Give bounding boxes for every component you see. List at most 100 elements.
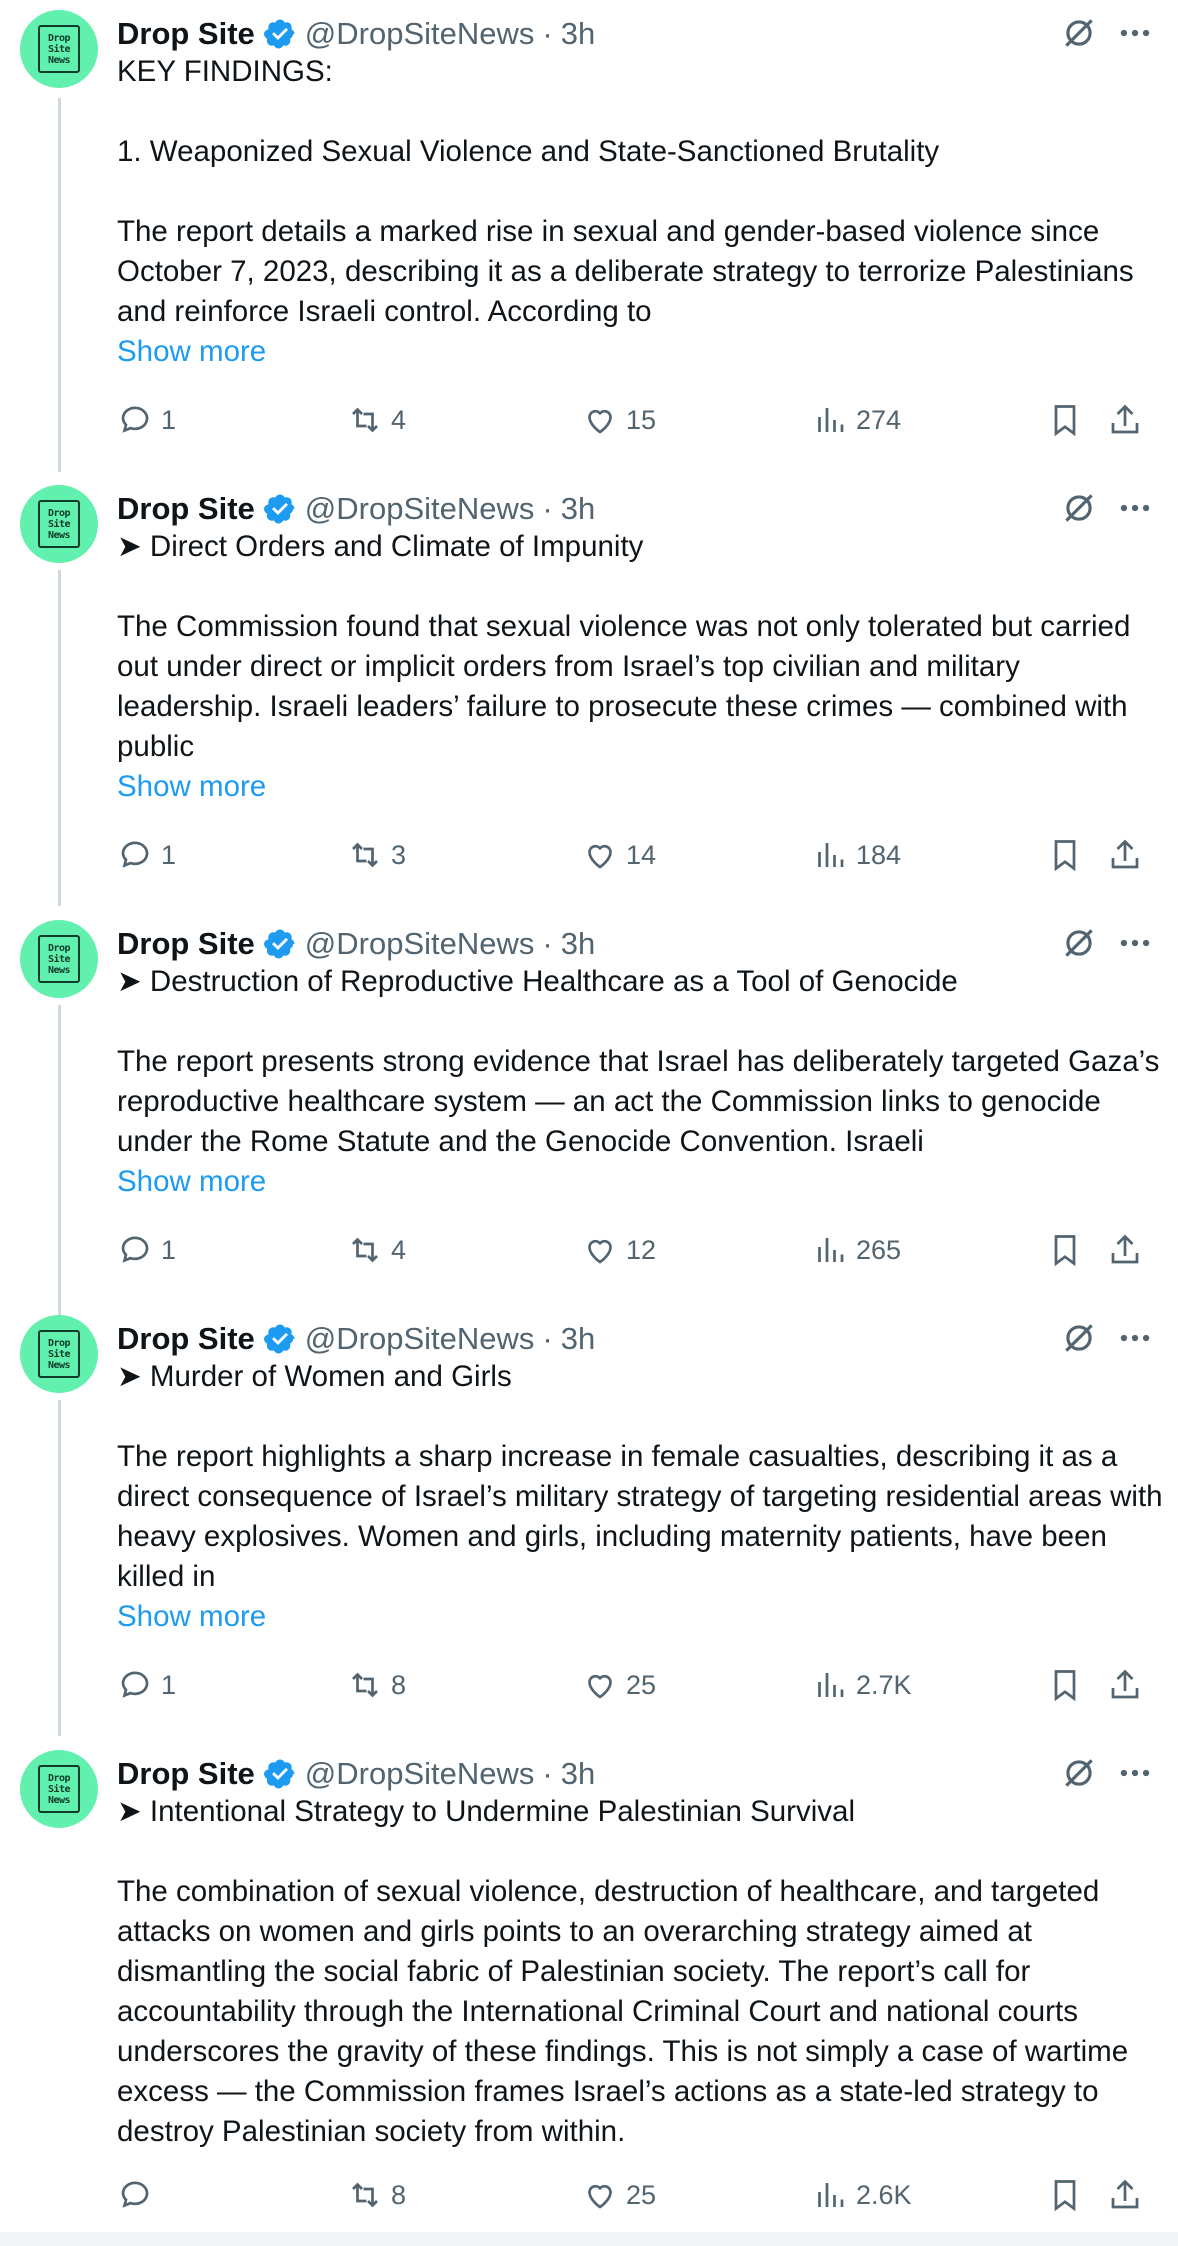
bookmark-button[interactable] [1047, 835, 1083, 875]
timestamp[interactable]: 3h [561, 491, 595, 527]
like-icon [588, 1674, 612, 1699]
drop-site-logo: Drop Site News [38, 500, 80, 548]
verified-badge-icon [263, 1759, 295, 1789]
timestamp[interactable]: 3h [561, 16, 595, 52]
more-options-icon[interactable] [1115, 14, 1155, 52]
author-name[interactable]: Drop Site [117, 1321, 255, 1357]
views-icon [818, 843, 844, 867]
views-icon [818, 1673, 844, 1697]
views-icon [818, 2183, 844, 2207]
timestamp[interactable]: 3h [561, 1321, 595, 1357]
repost-icon [352, 2182, 378, 2208]
grok-icon[interactable] [1060, 1319, 1098, 1357]
like-icon [588, 1239, 612, 1264]
thread-line [58, 1400, 61, 1736]
bookmark-button[interactable] [1047, 1230, 1083, 1270]
repost-button[interactable]: 4 [347, 400, 406, 440]
reply-button[interactable] [117, 2175, 161, 2215]
views-button[interactable]: 2.7K [812, 1665, 912, 1705]
repost-button[interactable]: 3 [347, 835, 406, 875]
author-handle[interactable]: @DropSiteNews [305, 1321, 535, 1357]
share-button[interactable] [1107, 1665, 1143, 1705]
share-icon [1111, 2179, 1139, 2209]
tweet-actions: 1 3 14 184 [117, 835, 1167, 875]
more-options-icon[interactable] [1115, 1754, 1155, 1792]
tweet-header: Drop Site @DropSiteNews · 3h [117, 491, 596, 527]
author-name[interactable]: Drop Site [117, 926, 255, 962]
tweet-text: ➤ Intentional Strategy to Undermine Pale… [117, 1795, 1129, 2148]
verified-badge-icon [263, 1324, 295, 1354]
bookmark-icon [1054, 840, 1076, 872]
grok-icon[interactable] [1060, 1754, 1098, 1792]
author-handle[interactable]: @DropSiteNews [305, 926, 535, 962]
author-handle[interactable]: @DropSiteNews [305, 1756, 535, 1792]
like-button[interactable]: 14 [582, 835, 656, 875]
reply-icon [121, 406, 149, 433]
tweet-actions: 8 25 2.6K [117, 2175, 1167, 2215]
like-button[interactable]: 25 [582, 1665, 656, 1705]
show-more-link[interactable]: Show more [117, 770, 266, 803]
tweet-text: ➤ Destruction of Reproductive Healthcare… [117, 965, 1160, 1198]
reply-button[interactable]: 1 [117, 1665, 176, 1705]
share-button[interactable] [1107, 1230, 1143, 1270]
repost-icon [352, 842, 378, 868]
show-more-link[interactable]: Show more [117, 1165, 266, 1198]
reply-button[interactable]: 1 [117, 400, 176, 440]
reply-button[interactable]: 1 [117, 835, 176, 875]
like-button[interactable]: 25 [582, 2175, 656, 2215]
bookmark-button[interactable] [1047, 2175, 1083, 2215]
grok-icon[interactable] [1060, 14, 1098, 52]
author-handle[interactable]: @DropSiteNews [305, 491, 535, 527]
timestamp[interactable]: 3h [561, 1756, 595, 1792]
repost-icon [352, 1672, 378, 1698]
author-name[interactable]: Drop Site [117, 16, 255, 52]
grok-icon[interactable] [1060, 924, 1098, 962]
drop-site-logo: Drop Site News [38, 935, 80, 983]
repost-icon [352, 1237, 378, 1263]
bookmark-button[interactable] [1047, 1665, 1083, 1705]
bookmark-button[interactable] [1047, 400, 1083, 440]
author-name[interactable]: Drop Site [117, 491, 255, 527]
author-handle[interactable]: @DropSiteNews [305, 16, 535, 52]
verified-badge-icon [263, 929, 295, 959]
drop-site-logo: Drop Site News [38, 1765, 80, 1813]
avatar[interactable]: Drop Site News [20, 1750, 98, 1828]
views-button[interactable]: 265 [812, 1230, 901, 1270]
show-more-link[interactable]: Show more [117, 1600, 266, 1633]
avatar[interactable]: Drop Site News [20, 1315, 98, 1393]
views-button[interactable]: 184 [812, 835, 901, 875]
grok-icon[interactable] [1060, 489, 1098, 527]
views-icon [818, 1238, 844, 1262]
views-button[interactable]: 2.6K [812, 2175, 912, 2215]
reply-icon [121, 841, 149, 868]
share-button[interactable] [1107, 2175, 1143, 2215]
avatar[interactable]: Drop Site News [20, 485, 98, 563]
show-more-link[interactable]: Show more [117, 335, 266, 368]
more-options-icon[interactable] [1115, 924, 1155, 962]
share-button[interactable] [1107, 835, 1143, 875]
more-options-icon[interactable] [1115, 1319, 1155, 1357]
reply-icon [121, 2181, 149, 2208]
avatar[interactable]: Drop Site News [20, 920, 98, 998]
like-button[interactable]: 12 [582, 1230, 656, 1270]
views-button[interactable]: 274 [812, 400, 901, 440]
reply-icon [121, 1671, 149, 1698]
share-icon [1111, 1234, 1139, 1264]
repost-button[interactable]: 4 [347, 1230, 406, 1270]
repost-button[interactable]: 8 [347, 2175, 406, 2215]
tweet-text: KEY FINDINGS: 1. Weaponized Sexual Viole… [117, 55, 1134, 368]
timestamp[interactable]: 3h [561, 926, 595, 962]
author-name[interactable]: Drop Site [117, 1756, 255, 1792]
like-button[interactable]: 15 [582, 400, 656, 440]
share-button[interactable] [1107, 400, 1143, 440]
thread-line [58, 570, 61, 906]
tweet-actions: 1 8 25 2.7K [117, 1665, 1167, 1705]
tweet-header: Drop Site @DropSiteNews · 3h [117, 1321, 596, 1357]
repost-button[interactable]: 8 [347, 1665, 406, 1705]
more-options-icon[interactable] [1115, 489, 1155, 527]
share-icon [1111, 839, 1139, 869]
verified-badge-icon [263, 494, 295, 524]
reply-button[interactable]: 1 [117, 1230, 176, 1270]
avatar[interactable]: Drop Site News [20, 10, 98, 88]
tweet-actions: 1 4 12 265 [117, 1230, 1167, 1270]
